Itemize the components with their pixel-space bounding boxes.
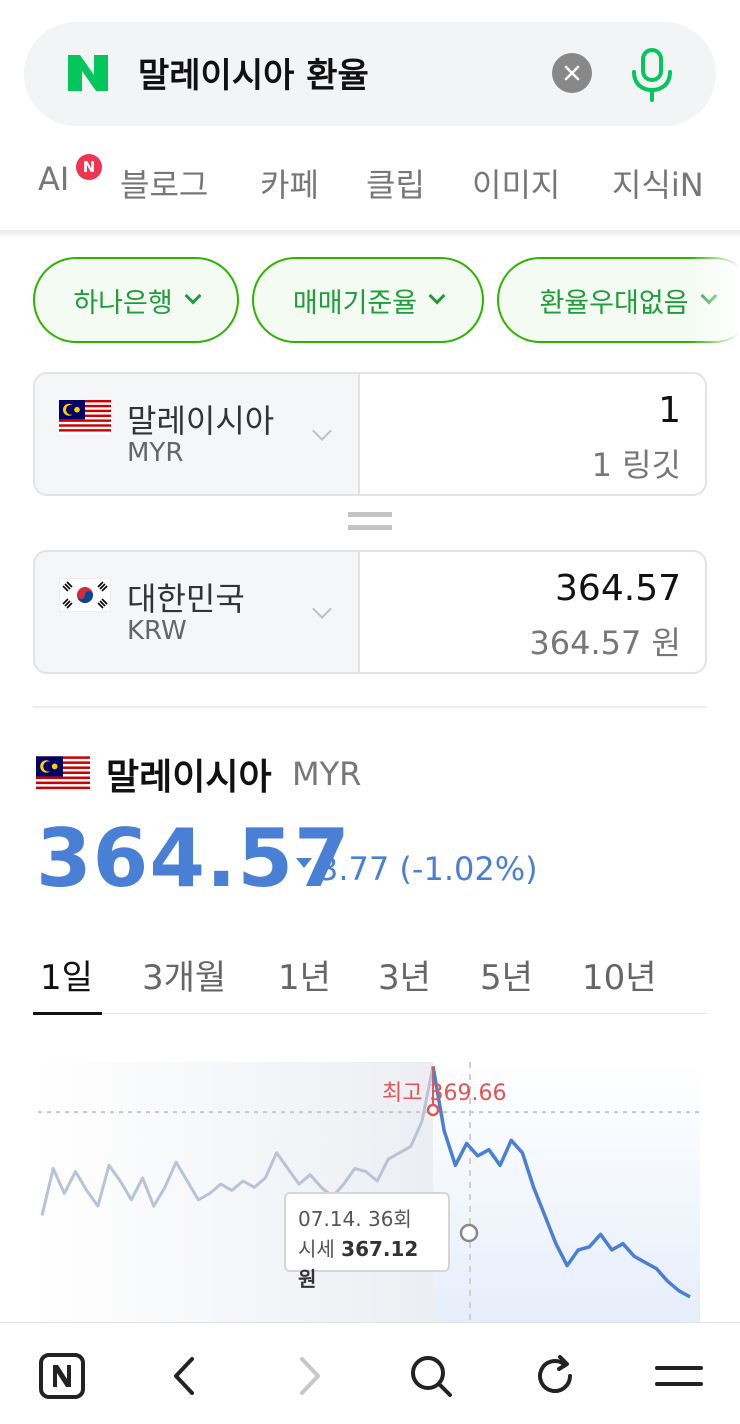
bank-filter-chip[interactable]: 하나은행 <box>33 257 239 343</box>
equals-icon <box>348 512 392 534</box>
to-country-name: 대한민국 <box>127 580 245 618</box>
tab-kin[interactable]: 지식iN <box>612 160 704 206</box>
chevron-down-icon <box>428 287 446 305</box>
korea-flag-icon <box>59 578 111 612</box>
search-input[interactable]: 말레이시아 환율 <box>138 48 369 97</box>
tab-blog[interactable]: 블로그 <box>120 160 208 206</box>
from-amount-text: 1 링깃 <box>591 446 681 484</box>
chart-tooltip: 07.14. 36회 시세 367.12원 <box>284 1192 450 1291</box>
converter-from: 말레이시아 MYR 1 1 링깃 <box>33 372 707 496</box>
converter-to: 대한민국 KRW 364.57 364.57 원 <box>33 550 707 674</box>
period-tab-3m[interactable]: 3개월 <box>142 950 226 999</box>
tabs-divider <box>0 230 740 238</box>
close-icon <box>564 65 580 81</box>
to-currency-select[interactable]: 대한민국 KRW <box>35 552 360 672</box>
menu-icon[interactable] <box>654 1351 704 1401</box>
tab-cafe[interactable]: 카페 <box>260 160 319 206</box>
tab-clip[interactable]: 클립 <box>366 160 425 206</box>
max-value-label: 최고 369.66 <box>382 1081 507 1106</box>
mic-icon[interactable] <box>628 46 676 102</box>
discount-filter-label: 환율우대없음 <box>539 287 689 319</box>
category-tabs: AI 블로그 카페 클립 이미지 지식iN <box>0 160 740 210</box>
rate-country-name: 말레이시아 <box>106 757 272 798</box>
from-currency-select[interactable]: 말레이시아 MYR <box>35 374 360 494</box>
active-period-indicator <box>33 1012 102 1015</box>
to-amount-text: 364.57 원 <box>529 624 681 662</box>
back-icon[interactable] <box>160 1351 210 1401</box>
forward-icon[interactable] <box>284 1351 334 1401</box>
tab-ai[interactable]: AI <box>38 160 69 198</box>
section-divider <box>33 706 707 708</box>
malaysia-flag-icon <box>36 756 90 792</box>
period-tab-1d[interactable]: 1일 <box>40 950 93 999</box>
tooltip-price: 시세 367.12원 <box>298 1234 436 1294</box>
malaysia-flag-icon <box>59 400 111 434</box>
chevron-down-icon <box>312 599 332 619</box>
period-tab-3y[interactable]: 3년 <box>378 950 431 999</box>
tooltip-point <box>459 1223 479 1243</box>
tab-image[interactable]: 이미지 <box>472 160 560 206</box>
chip-fade <box>690 250 740 350</box>
period-tab-5y[interactable]: 5년 <box>480 950 533 999</box>
rate-currency-code: MYR <box>292 755 362 793</box>
period-tabs-baseline <box>33 1013 707 1014</box>
rate-type-filter-label: 매매기준율 <box>292 287 418 319</box>
bottom-nav <box>0 1322 740 1424</box>
chevron-down-icon <box>184 287 202 305</box>
home-n-icon[interactable] <box>37 1351 87 1401</box>
rate-type-filter-chip[interactable]: 매매기준율 <box>252 257 484 343</box>
bank-filter-label: 하나은행 <box>73 287 173 319</box>
chevron-down-icon <box>312 421 332 441</box>
period-tab-1y[interactable]: 1년 <box>278 950 331 999</box>
tooltip-date: 07.14. 36회 <box>298 1207 412 1231</box>
new-badge: N <box>76 154 102 180</box>
period-tab-10y[interactable]: 10년 <box>582 950 657 999</box>
naver-logo-icon <box>68 55 108 91</box>
clear-search-button[interactable] <box>552 53 592 93</box>
search-icon[interactable] <box>406 1351 456 1401</box>
rate-change: 3.77 (-1.02%) <box>318 850 538 888</box>
to-amount-input[interactable]: 364.57 <box>555 568 681 609</box>
from-currency-code: MYR <box>127 438 184 468</box>
tooltip-label: 시세 <box>298 1237 335 1261</box>
to-currency-code: KRW <box>127 616 187 646</box>
refresh-icon[interactable] <box>530 1351 580 1401</box>
down-arrow-icon <box>296 858 312 868</box>
search-bar[interactable] <box>24 22 716 126</box>
from-country-name: 말레이시아 <box>127 402 275 440</box>
from-amount-input[interactable]: 1 <box>658 390 681 431</box>
